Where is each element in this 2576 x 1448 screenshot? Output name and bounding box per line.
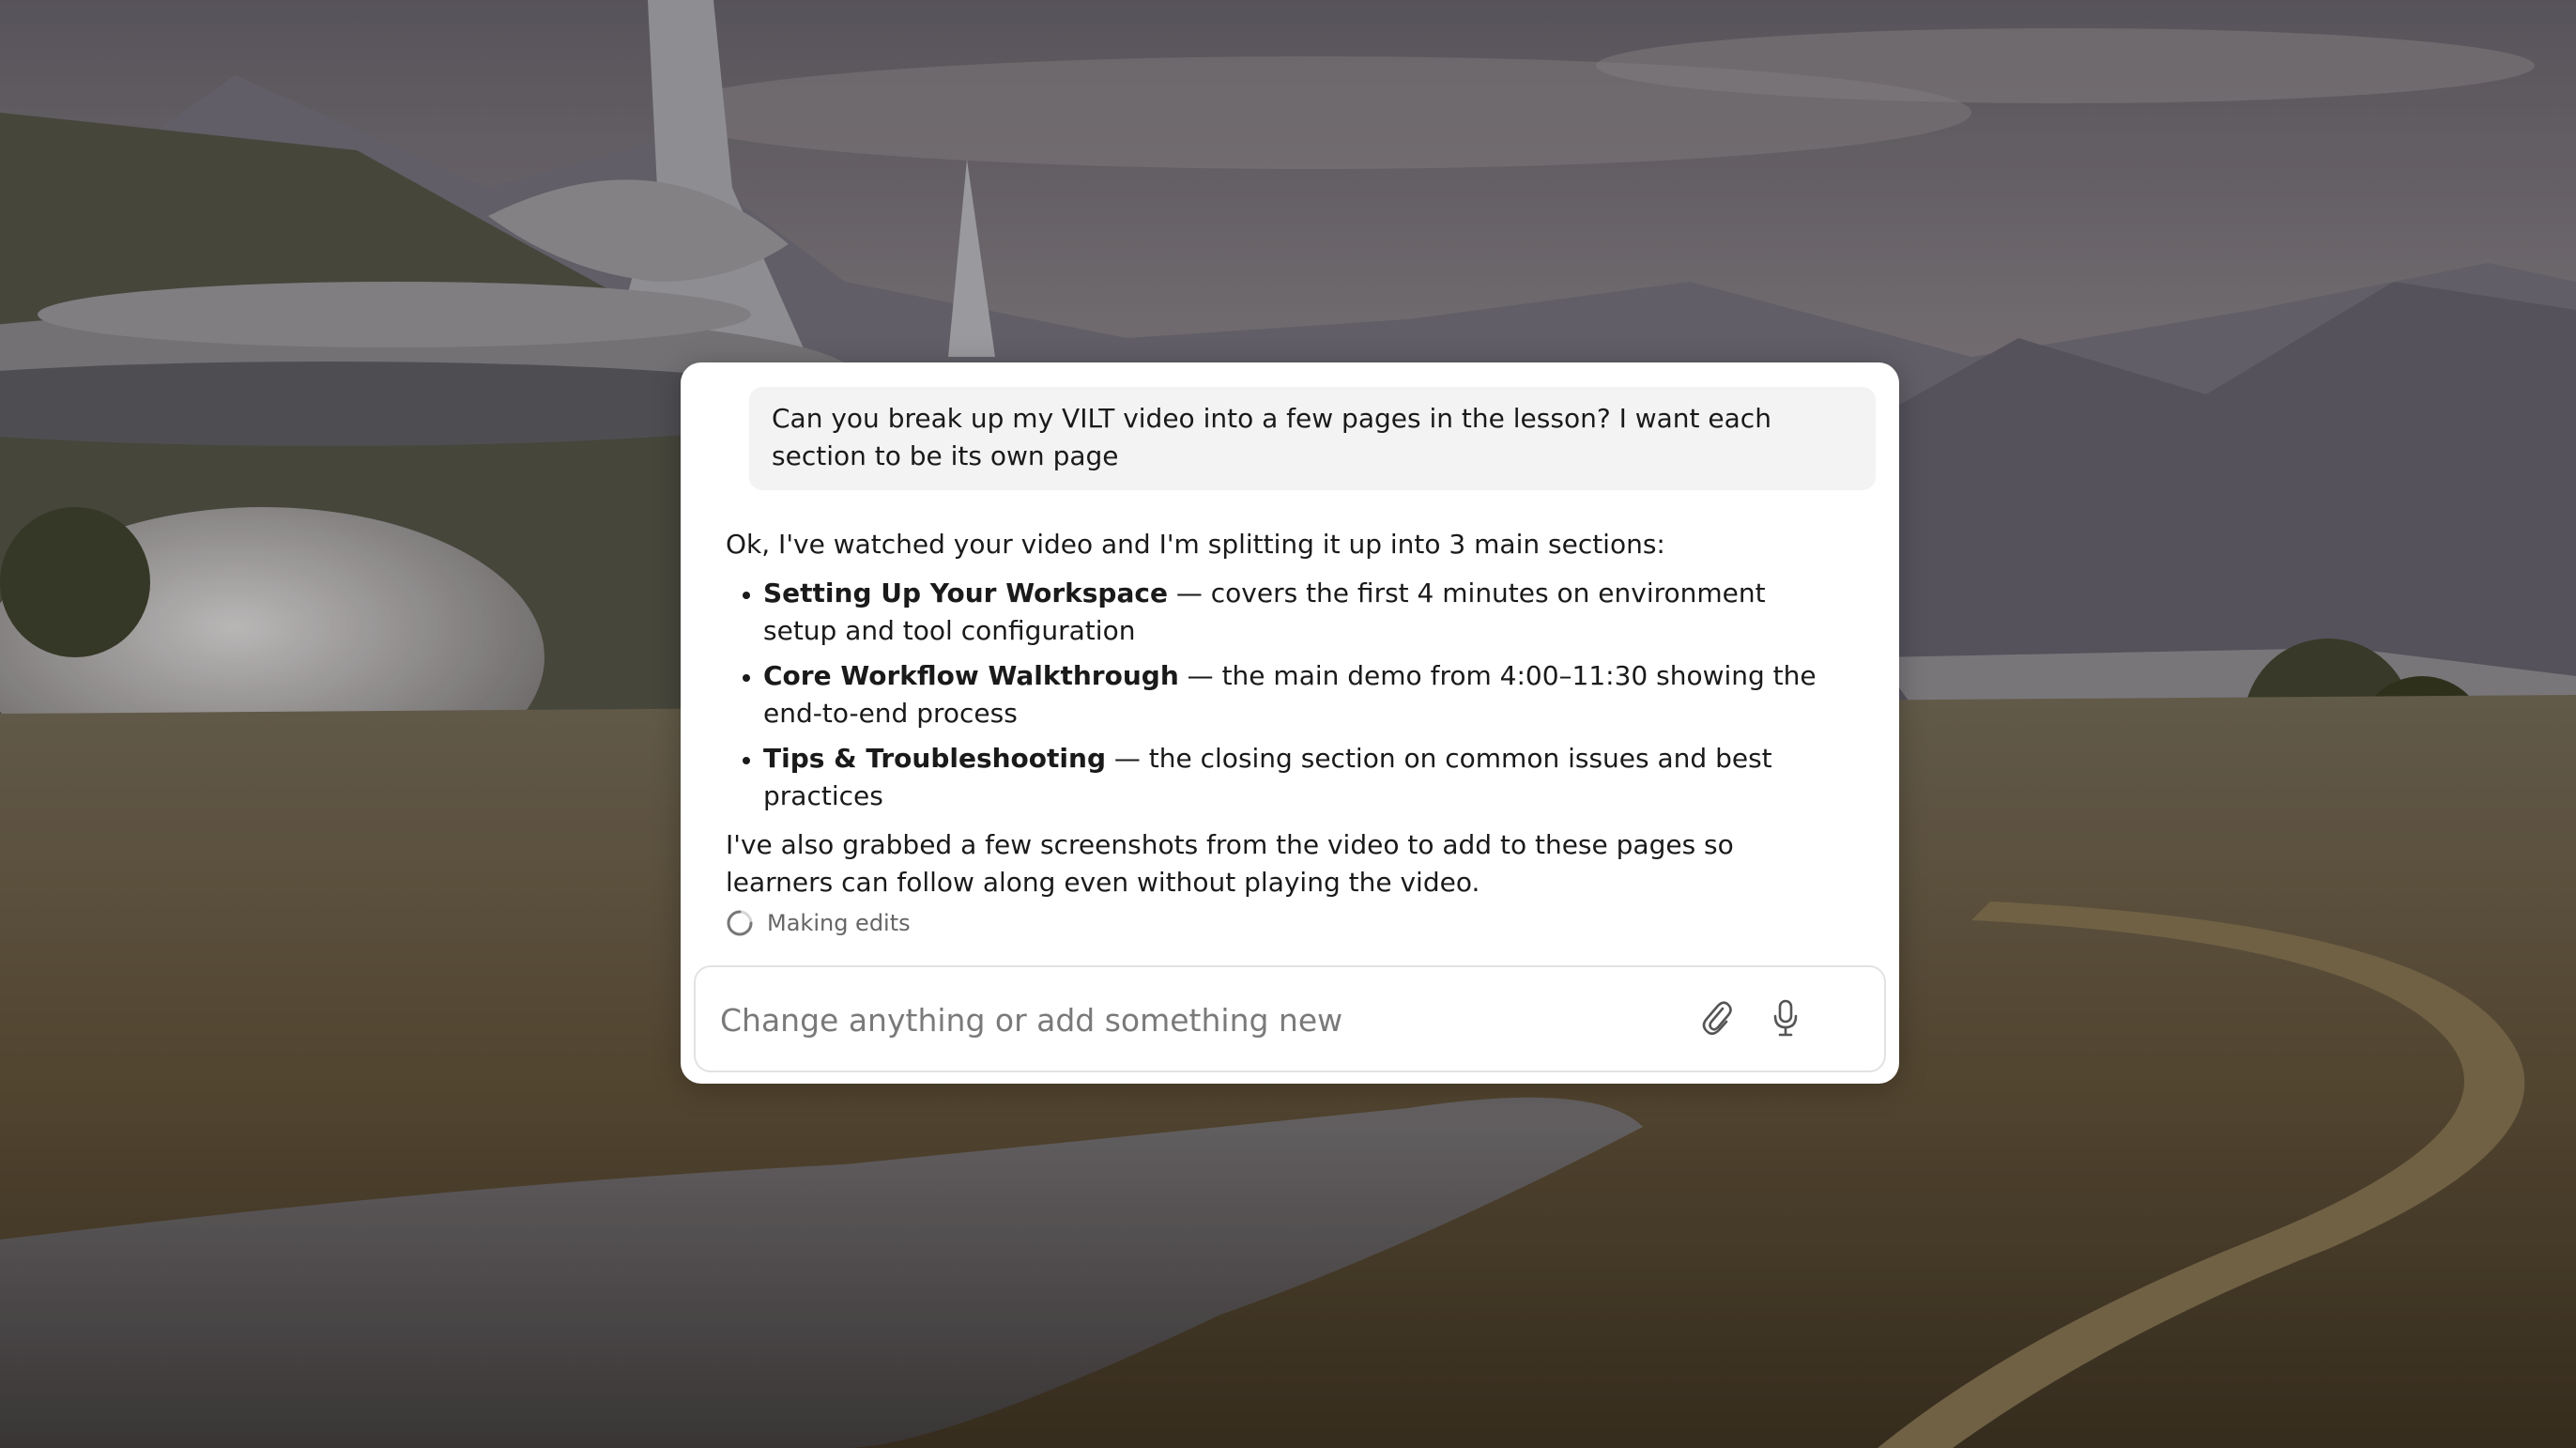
message-input[interactable] bbox=[718, 967, 1661, 1072]
list-item: Core Workflow Walkthrough — the main dem… bbox=[763, 657, 1843, 732]
list-item: Tips & Troubleshooting — the closing sec… bbox=[763, 740, 1843, 815]
attach-button[interactable] bbox=[1694, 997, 1740, 1042]
assistant-outro: I've also grabbed a few screenshots from… bbox=[726, 829, 1734, 898]
user-message-text: Can you break up my VILT video into a fe… bbox=[772, 403, 1771, 471]
section-title: Tips & Troubleshooting bbox=[763, 743, 1106, 774]
microphone-icon bbox=[1771, 998, 1801, 1041]
user-message-bubble: Can you break up my VILT video into a fe… bbox=[749, 387, 1876, 490]
composer bbox=[694, 965, 1886, 1072]
microphone-button[interactable] bbox=[1763, 997, 1808, 1042]
chat-panel: Can you break up my VILT video into a fe… bbox=[681, 362, 1899, 1084]
status-indicator: Making edits bbox=[726, 909, 911, 937]
paperclip-icon bbox=[1700, 999, 1734, 1040]
assistant-intro: Ok, I've watched your video and I'm spli… bbox=[726, 529, 1665, 560]
status-label: Making edits bbox=[767, 910, 911, 936]
assistant-message: Ok, I've watched your video and I'm spli… bbox=[726, 526, 1843, 901]
spinner-icon bbox=[726, 909, 754, 937]
list-item: Setting Up Your Workspace — covers the f… bbox=[763, 575, 1843, 650]
section-title: Setting Up Your Workspace bbox=[763, 578, 1168, 608]
section-title: Core Workflow Walkthrough bbox=[763, 660, 1179, 691]
section-list: Setting Up Your Workspace — covers the f… bbox=[726, 575, 1843, 815]
